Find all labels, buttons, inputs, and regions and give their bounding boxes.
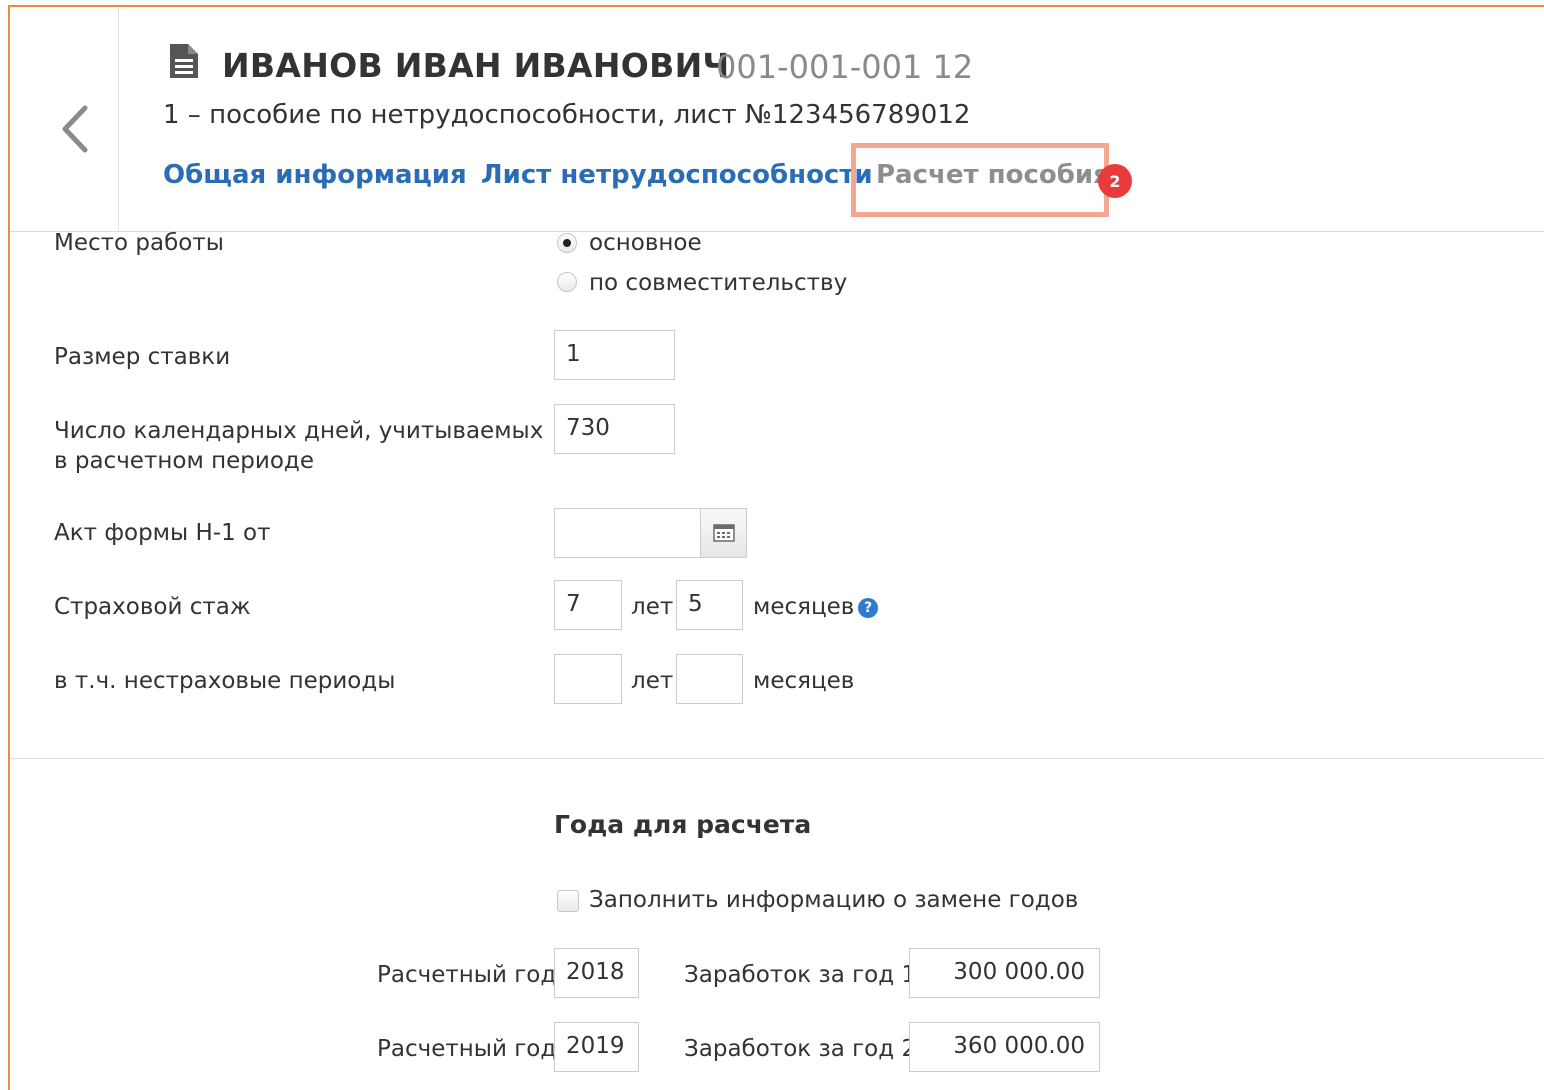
insurance-months-input[interactable]: 5 <box>676 580 743 630</box>
back-column <box>10 7 119 231</box>
earnings-1-label: Заработок за год 1 <box>684 962 917 988</box>
earnings-2-input[interactable]: 360 000.00 <box>909 1022 1100 1072</box>
tab-badge: 2 <box>1098 164 1132 198</box>
earnings-1-input[interactable]: 300 000.00 <box>909 948 1100 998</box>
non-insurance-months-unit: месяцев <box>753 668 855 694</box>
year-1-label: Расчетный год <box>377 962 557 988</box>
replace-years-checkbox[interactable] <box>557 890 579 912</box>
calendar-icon <box>713 524 735 542</box>
insurance-experience-label: Страховой стаж <box>54 594 251 620</box>
calendar-days-input[interactable]: 730 <box>554 404 675 454</box>
person-code: 001-001-001 12 <box>716 48 974 86</box>
calendar-days-label-line1: Число календарных дней, учитываемых <box>54 418 544 444</box>
tab-sick-leave-sheet[interactable]: Лист нетрудоспособности <box>481 160 873 190</box>
person-name: ИВАНОВ ИВАН ИВАНОВИЧ <box>222 46 730 85</box>
tab-general-info[interactable]: Общая информация <box>163 160 467 190</box>
calendar-days-label-line2: в расчетном периоде <box>54 448 314 474</box>
option-part-time-label: по совместительству <box>589 270 848 296</box>
non-insurance-periods-label: в т.ч. нестраховые периоды <box>54 668 396 694</box>
earnings-2-label: Заработок за год 2 <box>684 1036 917 1062</box>
tab-highlight-frame <box>851 143 1109 217</box>
act-n1-label: Акт формы Н-1 от <box>54 520 271 546</box>
year-2-input[interactable]: 2019 <box>554 1022 639 1072</box>
non-insurance-years-input[interactable] <box>554 654 622 704</box>
help-icon[interactable]: ? <box>858 598 878 618</box>
non-insurance-years-unit: лет <box>631 668 674 694</box>
radio-part-time[interactable] <box>557 272 577 292</box>
non-insurance-months-input[interactable] <box>676 654 743 704</box>
year-1-input[interactable]: 2018 <box>554 948 639 998</box>
act-date-input[interactable] <box>554 508 701 558</box>
section-divider <box>10 758 1544 759</box>
years-section-title: Года для расчета <box>554 810 812 839</box>
radio-main-workplace[interactable] <box>557 233 577 253</box>
rate-label: Размер ставки <box>54 344 231 370</box>
document-icon <box>170 44 198 78</box>
insurance-years-input[interactable]: 7 <box>554 580 622 630</box>
header-divider <box>10 231 1544 232</box>
insurance-months-unit: месяцев <box>753 594 855 620</box>
calendar-button[interactable] <box>700 508 747 558</box>
workplace-label: Место работы <box>54 230 224 256</box>
benefit-subtitle: 1 – пособие по нетрудоспособности, лист … <box>163 100 971 130</box>
year-2-label: Расчетный год <box>377 1036 557 1062</box>
rate-input[interactable]: 1 <box>554 330 675 380</box>
replace-years-label: Заполнить информацию о замене годов <box>589 887 1079 913</box>
chevron-left-icon[interactable] <box>60 104 90 154</box>
insurance-years-unit: лет <box>631 594 674 620</box>
option-main-label: основное <box>589 230 702 256</box>
